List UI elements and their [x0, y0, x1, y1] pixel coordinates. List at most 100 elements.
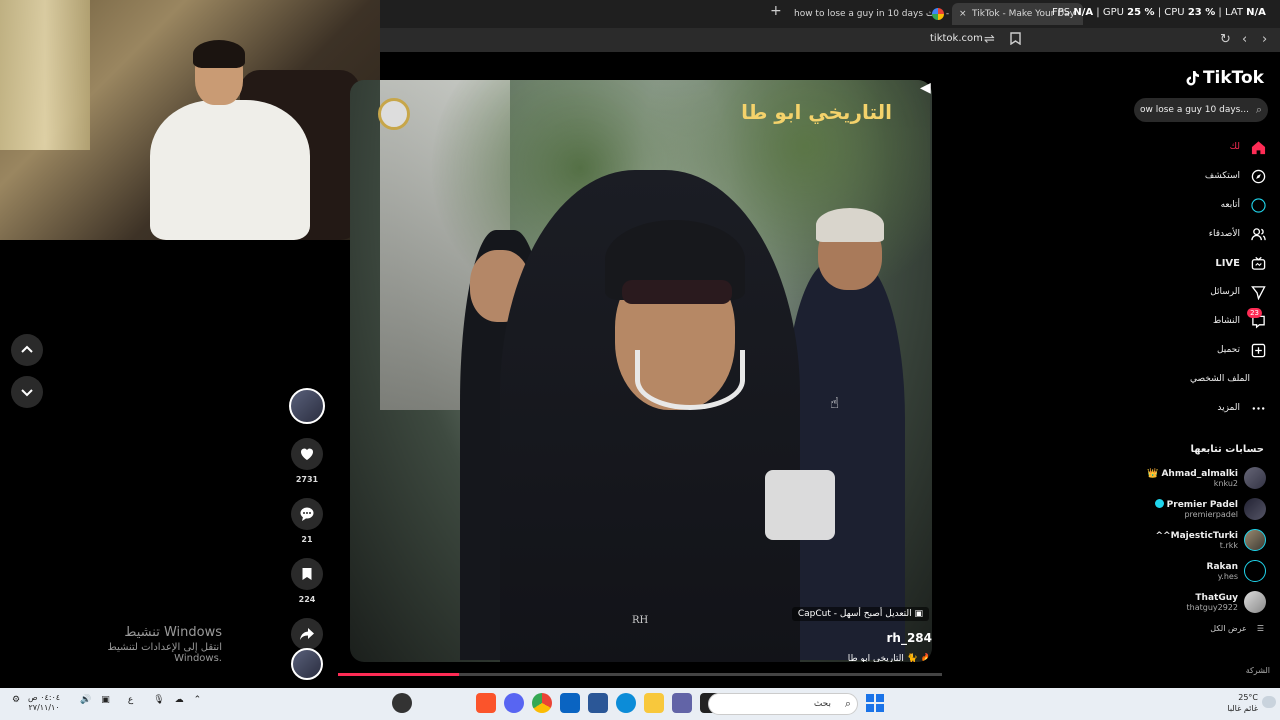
upload-icon [1250, 342, 1266, 358]
url-field[interactable]: tiktok.com [930, 33, 983, 44]
start-button[interactable] [866, 694, 884, 712]
back-icon[interactable]: ‹ [1242, 32, 1247, 47]
next-video-button[interactable] [11, 376, 43, 408]
like-action[interactable]: 2731 [288, 438, 326, 484]
save-action[interactable]: 224 [288, 558, 326, 604]
share-icon [300, 628, 314, 640]
creator-avatar[interactable] [289, 388, 325, 424]
clock-time: ٠٤:٠٤ ص [28, 693, 61, 702]
avatar [1244, 529, 1266, 551]
person-hair [193, 40, 245, 68]
compass-icon [1250, 168, 1266, 184]
close-icon[interactable]: × [959, 3, 967, 25]
bookmark-icon[interactable] [1010, 32, 1021, 49]
search-input[interactable]: ow lose a guy 10 days... ⌕ [1134, 98, 1268, 122]
live-icon [1250, 255, 1266, 271]
activation-title: تنشيط Windows [124, 625, 222, 640]
video-logo-patch [765, 470, 835, 540]
video-friend-right-hat [816, 208, 884, 242]
app-brave-icon[interactable] [476, 693, 496, 713]
cloud-icon [1262, 696, 1276, 708]
site-settings-icon[interactable]: ⇌ [984, 32, 995, 47]
chevron-up-icon[interactable]: ⌃ [194, 695, 202, 705]
nav-more[interactable]: المزيد [1217, 399, 1266, 417]
nav-messages[interactable]: الرسائل [1210, 283, 1266, 301]
video-collar-stripe [635, 350, 745, 410]
tiktok-sidebar: TikTok ow lose a guy 10 days... ⌕ لك است… [1134, 60, 1280, 688]
search-icon[interactable]: ⌕ [1256, 98, 1262, 122]
app-store-icon[interactable] [588, 693, 608, 713]
see-all-link[interactable]: عرض الكل ☰ [1210, 624, 1264, 633]
taskbar-apps [392, 693, 756, 713]
speaker-icon[interactable]: 🔊 [80, 695, 91, 705]
nav-following[interactable]: أتابعه [1221, 196, 1266, 214]
avatar [1244, 498, 1266, 520]
settings-icon[interactable]: ⚙ [12, 695, 20, 705]
tab-search-favicon [932, 8, 944, 20]
video-player[interactable]: التاريخي ابو طا RH CapCut - التعديل أصبح… [350, 80, 932, 662]
taskbar-search[interactable]: بحث ⌕ [708, 693, 858, 715]
app-media-icon[interactable] [420, 693, 440, 713]
taskbar-clock[interactable]: ٠٤:٠٤ ص ٢٧/١١/١٠ [28, 693, 60, 713]
nav-profile[interactable]: الملف الشخصي [1190, 370, 1250, 388]
screen: { "browser": { "tabs": [ {"label": "how … [0, 0, 1280, 720]
video-watermark: RH [632, 615, 649, 626]
tiktok-note-icon [1186, 71, 1199, 86]
app-tray-icon[interactable] [448, 693, 468, 713]
video-username[interactable]: rh_284 [886, 631, 932, 645]
new-tab-button[interactable]: + [770, 3, 782, 19]
nav-upload[interactable]: تحميل [1217, 341, 1266, 359]
account-ahmad[interactable]: 👑 Ahmad_almalki knku2 [1147, 467, 1266, 489]
app-outlook-icon[interactable] [560, 693, 580, 713]
avatar [1244, 467, 1266, 489]
webcam-overlay [0, 0, 380, 240]
more-icon [1250, 400, 1266, 416]
app-chrome-icon[interactable] [532, 693, 552, 713]
previous-video-button[interactable] [11, 334, 43, 366]
company-link[interactable]: الشركة [1246, 666, 1270, 675]
taskbar-search-placeholder: بحث [813, 699, 831, 709]
person-body [150, 100, 310, 240]
mouse-cursor-icon: ☝ [830, 394, 840, 412]
weather-widget[interactable]: 25°C غائم غالبا [1227, 692, 1258, 714]
video-sunglasses [622, 280, 732, 304]
tiktok-logo[interactable]: TikTok [1185, 68, 1264, 88]
app-folder-icon[interactable] [644, 693, 664, 713]
search-icon: ⌕ [844, 697, 851, 710]
account-rakan[interactable]: Rakan y.hes [1207, 560, 1266, 582]
search-value: ow lose a guy 10 days... [1140, 105, 1249, 115]
video-overlay-title: التاريخي ابو طا [741, 100, 892, 124]
account-thatguy[interactable]: ThatGuy thatguy2922 [1187, 591, 1266, 613]
nav-for-you[interactable]: لك [1230, 138, 1266, 156]
video-friend-right [785, 260, 905, 660]
nav-live[interactable]: LIVE [1215, 254, 1266, 272]
nav-explore[interactable]: استكشف [1205, 167, 1266, 185]
nav-activity[interactable]: النشاط 23 [1213, 308, 1266, 330]
account-premier-padel[interactable]: Premier Padel premierpadel [1154, 498, 1266, 520]
microphone-icon[interactable]: 🎙 [153, 695, 164, 705]
brand-name: TikTok [1202, 68, 1264, 88]
forward-icon[interactable]: › [1262, 32, 1267, 47]
capcut-tag[interactable]: CapCut - التعديل أصبح أسهل ▣ [791, 607, 929, 621]
app-edge-icon[interactable] [616, 693, 636, 713]
video-progress-bar[interactable] [338, 673, 942, 676]
video-progress-fill [338, 673, 459, 676]
avatar [1244, 560, 1266, 582]
music-disc-avatar[interactable] [291, 648, 323, 680]
windows-activation-watermark: تنشيط Windows انتقل إلى الإعدادات لتنشيط… [60, 625, 222, 664]
reload-icon[interactable]: ↻ [1220, 32, 1231, 47]
app-teams-icon[interactable] [672, 693, 692, 713]
network-icon[interactable]: ▣ [101, 695, 110, 705]
curtain [0, 0, 90, 150]
cloud-icon[interactable]: ☁ [175, 695, 184, 705]
app-obs-icon[interactable] [392, 693, 412, 713]
language-indicator[interactable]: ع [128, 695, 133, 705]
activation-subtitle: انتقل إلى الإعدادات لتنشيط Windows. [107, 642, 222, 664]
weather-desc: غائم غالبا [1227, 704, 1258, 713]
volume-icon[interactable]: ◀ [920, 80, 931, 96]
following-ring-icon [1250, 197, 1266, 213]
comment-action[interactable]: 21 [288, 498, 326, 544]
app-discord-icon[interactable] [504, 693, 524, 713]
account-majestic-turki[interactable]: ^^MajesticTurki t.rkk [1156, 529, 1266, 551]
nav-friends[interactable]: الأصدقاء [1209, 225, 1266, 243]
